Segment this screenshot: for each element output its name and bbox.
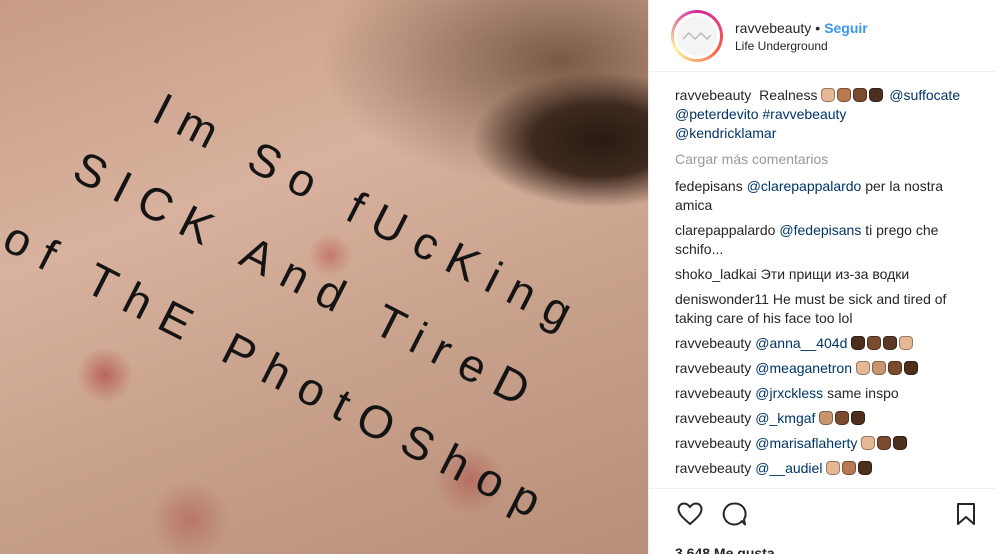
post-actions: 3.648 Me gusta: [649, 488, 995, 554]
comment-row: deniswonder11 He must be sick and tired o…: [675, 290, 973, 328]
comment-fist-emoji-icon: [861, 436, 876, 450]
comment-row: ravvebeauty @marisaflaherty: [675, 434, 973, 453]
comment-fist-emoji-icon: [835, 411, 850, 425]
comment-fist-emoji-icon: [899, 336, 914, 350]
comment-fist-emoji-icon: [867, 336, 882, 350]
comment-fist-emoji-icon: [858, 461, 873, 475]
comment-mention[interactable]: @meaganetron: [755, 360, 852, 376]
caption-fist-emoji-icon: [821, 88, 836, 102]
comment-username[interactable]: clarepappalardo: [675, 222, 775, 238]
comment-fist-emoji-icon: [883, 336, 898, 350]
comment-username[interactable]: ravvebeauty: [675, 385, 751, 401]
comment-row: ravvebeauty @anna__404d: [675, 334, 973, 353]
story-ring[interactable]: [671, 9, 723, 62]
caption-mention-1[interactable]: @suffocate: [889, 87, 960, 103]
comment-username[interactable]: ravvebeauty: [675, 435, 751, 451]
post-photo[interactable]: Im So fUcKing SICK And TireD of ThE Phot…: [0, 0, 648, 554]
comment-fist-emoji-icon: [842, 461, 857, 475]
comment-mention[interactable]: @__audiel: [755, 460, 822, 476]
caption: ravvebeauty Realness @suffocate @peterde…: [675, 86, 973, 143]
caption-hashtag[interactable]: #ravvebeauty: [762, 106, 846, 122]
comment-row: ravvebeauty @_kmgaf: [675, 409, 973, 428]
comment-mention[interactable]: @clarepappalardo: [747, 178, 862, 194]
comment-mention[interactable]: @jrxckless: [755, 385, 823, 401]
comment-username[interactable]: ravvebeauty: [675, 360, 751, 376]
caption-text: Realness: [759, 87, 818, 103]
comment-mention[interactable]: @marisaflaherty: [755, 435, 857, 451]
comment-mention[interactable]: @anna__404d: [755, 335, 847, 351]
comment-text: Эти прищи из-за водки: [760, 266, 910, 282]
sticker-line-2: SICK And TireD: [65, 141, 550, 423]
post-header: ravvebeauty • Seguir Life Underground: [649, 0, 995, 72]
comment-fist-emoji-icon: [826, 461, 841, 475]
comment-emojis: [861, 435, 909, 451]
comment-emojis: [855, 360, 920, 376]
caption-username[interactable]: ravvebeauty: [675, 87, 751, 103]
caption-emojis: [821, 87, 885, 103]
comment-mention[interactable]: @_kmgaf: [755, 410, 815, 426]
caption-fist-emoji-icon: [853, 88, 868, 102]
comment-fist-emoji-icon: [871, 361, 886, 375]
header-separator: •: [815, 19, 821, 36]
comment-row: shoko_ladkai Эти прищи из-за водки: [675, 265, 973, 284]
sticker-line-1: Im So fUcKing: [145, 83, 593, 345]
comment-fist-emoji-icon: [887, 361, 902, 375]
comment-emojis: [851, 335, 915, 351]
comment-mention[interactable]: @fedepisans: [779, 222, 861, 238]
comment-emojis: [819, 410, 867, 426]
follow-button[interactable]: Seguir: [824, 20, 868, 36]
load-more-comments-button[interactable]: Cargar más comentarios: [675, 151, 973, 167]
likes-count[interactable]: 3.648 Me gusta: [675, 545, 981, 554]
instagram-post: Im So fUcKing SICK And TireD of ThE Phot…: [0, 0, 995, 554]
comment-text: same inspo: [827, 385, 899, 401]
comment-row: fedepisans @clarepappalardo per la nostra…: [675, 177, 973, 215]
post-side-panel: ravvebeauty • Seguir Life Underground ravv…: [648, 0, 995, 554]
comment-fist-emoji-icon: [819, 411, 834, 425]
comment-fist-emoji-icon: [893, 436, 908, 450]
caption-mention-3[interactable]: @kendricklamar: [675, 125, 776, 141]
bookmark-icon[interactable]: [951, 499, 981, 529]
comment-username[interactable]: ravvebeauty: [675, 410, 751, 426]
comment-emojis: [826, 460, 874, 476]
header-username[interactable]: ravvebeauty: [735, 20, 811, 36]
comment-fist-emoji-icon: [855, 361, 870, 375]
comment-username[interactable]: deniswonder11: [675, 291, 769, 307]
comment-row: ravvebeauty @__audiel: [675, 459, 973, 478]
comment-fist-emoji-icon: [903, 361, 918, 375]
comment-fist-emoji-icon: [851, 336, 866, 350]
comment-username[interactable]: ravvebeauty: [675, 460, 751, 476]
photo-sticker-letters: Im So fUcKing SICK And TireD of ThE Phot…: [0, 83, 593, 534]
sticker-line-3: of ThE PhotOShop: [0, 211, 562, 534]
comment-row: clarepappalardo @fedepisans ti prego che …: [675, 221, 973, 259]
caption-fist-emoji-icon: [837, 88, 852, 102]
heart-icon[interactable]: [675, 499, 705, 529]
comment-row: ravvebeauty @meaganetron: [675, 359, 973, 378]
comment-username[interactable]: fedepisans: [675, 178, 743, 194]
comment-username[interactable]: shoko_ladkai: [675, 266, 757, 282]
comment-row: ravvebeauty @jrxckless same inspo: [675, 384, 973, 403]
caption-mention-2[interactable]: @peterdevito: [675, 106, 758, 122]
comment-fist-emoji-icon: [877, 436, 892, 450]
comment-fist-emoji-icon: [851, 411, 866, 425]
speech-bubble-icon[interactable]: [719, 499, 749, 529]
comment-username[interactable]: ravvebeauty: [675, 335, 751, 351]
comment-rows: fedepisans @clarepappalardo per la nostra…: [675, 177, 973, 478]
avatar-logo-icon: [677, 15, 717, 56]
avatar[interactable]: [674, 12, 720, 59]
comments-list: ravvebeauty Realness @suffocate @peterde…: [649, 72, 995, 478]
caption-fist-emoji-icon: [869, 88, 884, 102]
location-link[interactable]: Life Underground: [735, 39, 868, 53]
